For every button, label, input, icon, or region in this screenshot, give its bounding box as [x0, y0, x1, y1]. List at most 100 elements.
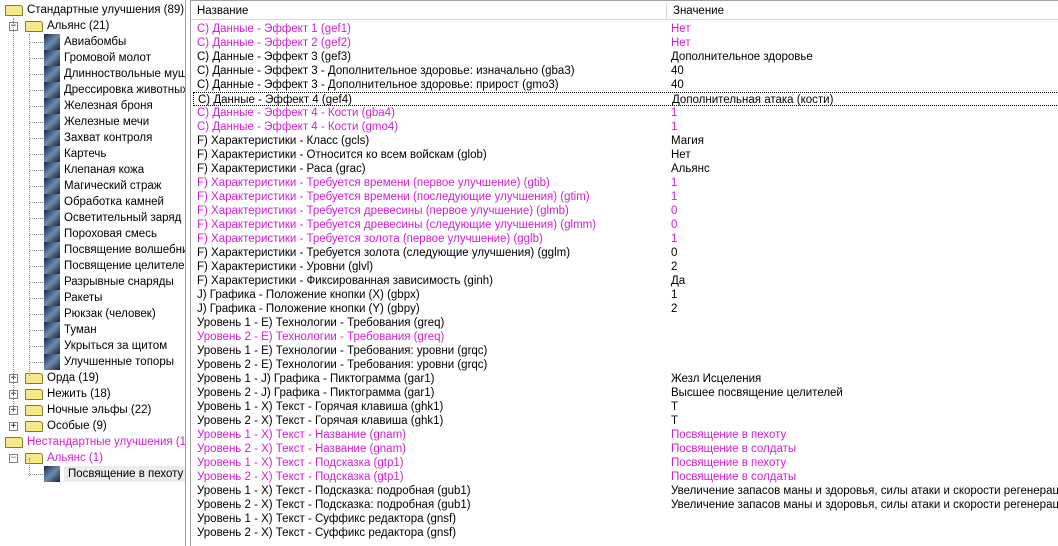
property-value: 0: [671, 247, 678, 259]
tree-custom-upgrades[interactable]: Нестандартные улучшения (1): [0, 434, 185, 450]
property-name: Уровень 2 - E) Технологии - Требования: …: [197, 359, 488, 371]
table-row[interactable]: Уровень 1 - J) Графика - Пиктограмма (ga…: [193, 372, 1058, 386]
tree-alliance[interactable]: − Альянс (21): [0, 18, 185, 34]
property-name: Уровень 1 - X) Текст - Суффикс редактора…: [197, 513, 457, 525]
table-row[interactable]: С) Данные - Эффект 3 - Дополнительное зд…: [193, 78, 1058, 92]
tree-item[interactable]: Обработка камней: [0, 194, 185, 210]
properties-table[interactable]: Название Значение С) Данные - Эффект 1 (…: [190, 0, 1058, 546]
tree-label: Осветительный заряд: [64, 212, 182, 224]
table-row[interactable]: F) Характеристики - Требуется времени (п…: [193, 190, 1058, 204]
table-row[interactable]: F) Характеристики - Относится ко всем во…: [193, 148, 1058, 162]
property-value: 2: [671, 303, 678, 315]
table-row[interactable]: F) Характеристики - Фиксированная зависи…: [193, 274, 1058, 288]
table-row[interactable]: F) Характеристики - Требуется древесины …: [193, 218, 1058, 232]
tree-item[interactable]: Захват контроля: [0, 130, 185, 146]
table-row[interactable]: Уровень 1 - E) Технологии - Требования: …: [193, 344, 1058, 358]
upgrade-icon: [44, 242, 60, 258]
table-row[interactable]: F) Характеристики - Уровни (glvl) 2: [193, 260, 1058, 274]
table-row[interactable]: F) Характеристики - Раса (grac) Альянс: [193, 162, 1058, 176]
tree-label: Нежить (18): [47, 388, 111, 400]
tree-item[interactable]: Железные мечи: [0, 114, 185, 130]
tree-label: Посвящение целителей: [64, 260, 186, 272]
tree-label: Железная броня: [64, 100, 153, 112]
tree-item[interactable]: Дрессировка животных: [0, 82, 186, 98]
tree-connector: [30, 250, 43, 251]
tree-undead[interactable]: + Нежить (18): [0, 386, 185, 402]
tree-label: Дрессировка животных: [64, 84, 186, 96]
tree-connector: [30, 202, 43, 203]
table-row[interactable]: Уровень 2 - X) Текст - Подсказка (gtp1) П…: [193, 470, 1058, 484]
table-row[interactable]: F) Характеристики - Класс (gcls) Магия: [193, 134, 1058, 148]
table-row[interactable]: F) Характеристики - Требуется древесины …: [193, 204, 1058, 218]
tree-standard-upgrades[interactable]: Стандартные улучшения (89): [0, 2, 185, 18]
table-row[interactable]: Уровень 2 - J) Графика - Пиктограмма (ga…: [193, 386, 1058, 400]
tree-custom-alliance[interactable]: − Альянс (1): [0, 450, 185, 466]
table-row[interactable]: J) Графика - Положение кнопки (Y) (gbpy)…: [193, 302, 1058, 316]
tree-nightelf[interactable]: + Ночные эльфы (22): [0, 402, 185, 418]
upgrade-icon: [44, 98, 60, 114]
property-value: Магия: [671, 135, 704, 147]
table-row[interactable]: Уровень 1 - X) Текст - Суффикс редактора…: [193, 512, 1058, 526]
table-row[interactable]: J) Графика - Положение кнопки (X) (gbpx)…: [193, 288, 1058, 302]
tree-item[interactable]: Посвящение целителей: [0, 258, 186, 274]
tree-item-selected[interactable]: Посвящение в пехоту: [0, 466, 185, 482]
tree-item[interactable]: Пороховая смесь: [0, 226, 185, 242]
tree-item[interactable]: Улучшенные топоры: [0, 354, 185, 370]
table-row[interactable]: С) Данные - Эффект 3 - Дополнительное зд…: [193, 64, 1058, 78]
upgrade-icon: [44, 354, 60, 370]
property-value: 40: [671, 65, 684, 77]
expand-icon[interactable]: +: [9, 422, 18, 431]
table-row[interactable]: С) Данные - Эффект 4 - Кости (gmo4) 1: [193, 120, 1058, 134]
upgrade-icon: [44, 114, 60, 130]
column-header-name[interactable]: Название: [191, 3, 248, 20]
table-row[interactable]: F) Характеристики - Требуется золота (пе…: [193, 232, 1058, 246]
table-row[interactable]: Уровень 2 - X) Текст - Горячая клавиша (…: [193, 414, 1058, 428]
tree-label: Посвящение волшебниц: [64, 244, 186, 256]
property-value: 1: [671, 177, 678, 189]
property-name: F) Характеристики - Требуется времени (п…: [197, 191, 590, 203]
table-row[interactable]: Уровень 2 - E) Технологии - Требования (…: [193, 330, 1058, 344]
table-row[interactable]: Уровень 1 - X) Текст - Подсказка (gtp1) П…: [193, 456, 1058, 470]
tree-item[interactable]: Ракеты: [0, 290, 185, 306]
table-row[interactable]: С) Данные - Эффект 1 (gef1) Нет: [193, 22, 1058, 36]
tree-label: Улучшенные топоры: [64, 356, 174, 368]
upgrade-icon: [44, 338, 60, 354]
tree-item[interactable]: Авиабомбы: [0, 34, 185, 50]
tree-horde[interactable]: + Орда (19): [0, 370, 185, 386]
property-value: Альянс: [671, 163, 710, 175]
tree-item[interactable]: Туман: [0, 322, 185, 338]
property-name: F) Характеристики - Раса (grac): [197, 163, 366, 175]
tree-item[interactable]: Разрывные снаряды: [0, 274, 185, 290]
tree-item[interactable]: Длинноствольные мушкеты: [0, 66, 185, 82]
table-row[interactable]: Уровень 1 - X) Текст - Горячая клавиша (…: [193, 400, 1058, 414]
object-tree[interactable]: Стандартные улучшения (89) − Альянс (21) Ав…: [0, 0, 186, 546]
collapse-icon[interactable]: −: [9, 454, 18, 463]
table-row[interactable]: Уровень 2 - X) Текст - Название (gnam) По…: [193, 442, 1058, 456]
tree-item[interactable]: Рюкзак (человек): [0, 306, 185, 322]
tree-item[interactable]: Громовой молот: [0, 50, 185, 66]
table-row[interactable]: F) Характеристики - Требуется времени (п…: [193, 176, 1058, 190]
column-header-value[interactable]: Значение: [666, 3, 1058, 20]
table-row[interactable]: Уровень 1 - X) Текст - Подсказка: подроб…: [193, 484, 1058, 498]
tree-item[interactable]: Посвящение волшебниц: [0, 242, 186, 258]
table-row[interactable]: С) Данные - Эффект 4 (gef4) Дополнительна…: [193, 92, 1058, 106]
table-row[interactable]: С) Данные - Эффект 4 - Кости (gba4) 1: [193, 106, 1058, 120]
table-row[interactable]: С) Данные - Эффект 2 (gef2) Нет: [193, 36, 1058, 50]
property-value: 2: [671, 261, 678, 273]
tree-item[interactable]: Магический страж: [0, 178, 185, 194]
table-row[interactable]: Уровень 2 - X) Текст - Подсказка: подроб…: [193, 498, 1058, 512]
table-row[interactable]: F) Характеристики - Требуется золота (сл…: [193, 246, 1058, 260]
table-row[interactable]: Уровень 1 - E) Технологии - Требования (…: [193, 316, 1058, 330]
tree-item[interactable]: Клепаная кожа: [0, 162, 185, 178]
tree-special[interactable]: + Особые (9): [0, 418, 185, 434]
table-row[interactable]: Уровень 1 - X) Текст - Название (gnam) По…: [193, 428, 1058, 442]
table-row[interactable]: Уровень 2 - E) Технологии - Требования: …: [193, 358, 1058, 372]
upgrade-icon: [44, 130, 60, 146]
tree-item[interactable]: Железная броня: [0, 98, 185, 114]
property-name: Уровень 2 - X) Текст - Суффикс редактора…: [197, 527, 457, 539]
tree-item[interactable]: Картечь: [0, 146, 185, 162]
table-row[interactable]: С) Данные - Эффект 3 (gef3) Дополнительно…: [193, 50, 1058, 64]
tree-item[interactable]: Укрыться за щитом: [0, 338, 185, 354]
table-row[interactable]: Уровень 2 - X) Текст - Суффикс редактора…: [193, 526, 1058, 540]
tree-item[interactable]: Осветительный заряд: [0, 210, 185, 226]
